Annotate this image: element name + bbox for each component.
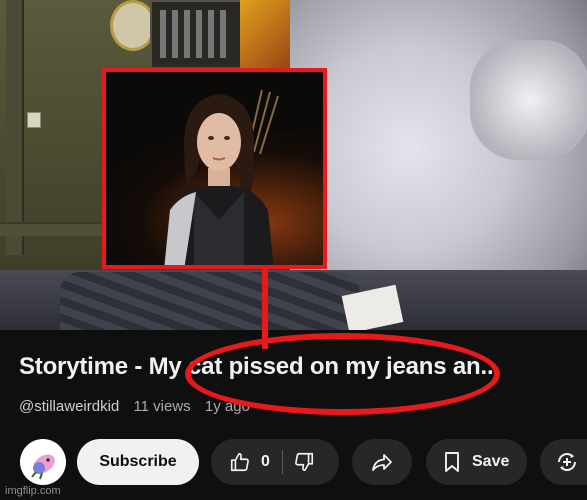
like-button[interactable]: 0 (229, 451, 270, 473)
action-bar: Subscribe 0 Save (0, 438, 587, 488)
like-dislike-group: 0 (211, 439, 339, 485)
archer-portrait-image (164, 89, 279, 265)
thumbs-up-icon (230, 452, 249, 472)
view-count: 11 views (133, 398, 191, 415)
channel-handle[interactable]: @stillaweirdkid (19, 398, 119, 415)
dvd-shelf (150, 0, 244, 69)
subscribe-button[interactable]: Subscribe (77, 439, 199, 485)
door-frame (6, 0, 24, 255)
wall-outlet (27, 112, 41, 128)
blanket-fold (470, 40, 587, 160)
remix-button[interactable]: R (540, 439, 587, 485)
bookmark-icon (445, 452, 459, 472)
like-divider (281, 450, 283, 474)
reaction-image-inset (102, 68, 327, 269)
annotation-oval (185, 333, 500, 415)
share-button[interactable] (352, 439, 412, 485)
channel-avatar[interactable] (20, 439, 66, 485)
save-button[interactable]: Save (426, 439, 527, 485)
imgflip-watermark: imgflip.com (5, 485, 61, 497)
pill-creature-icon (31, 454, 55, 480)
thumbs-down-icon (294, 452, 313, 472)
save-label: Save (472, 453, 510, 470)
dislike-button[interactable] (293, 451, 315, 473)
remix-icon (558, 453, 576, 471)
share-icon (372, 454, 392, 471)
like-count: 0 (261, 453, 270, 470)
patterned-pillow (60, 272, 360, 330)
youtube-video-screen: Storytime - My cat pissed on my jeans an… (0, 0, 587, 500)
